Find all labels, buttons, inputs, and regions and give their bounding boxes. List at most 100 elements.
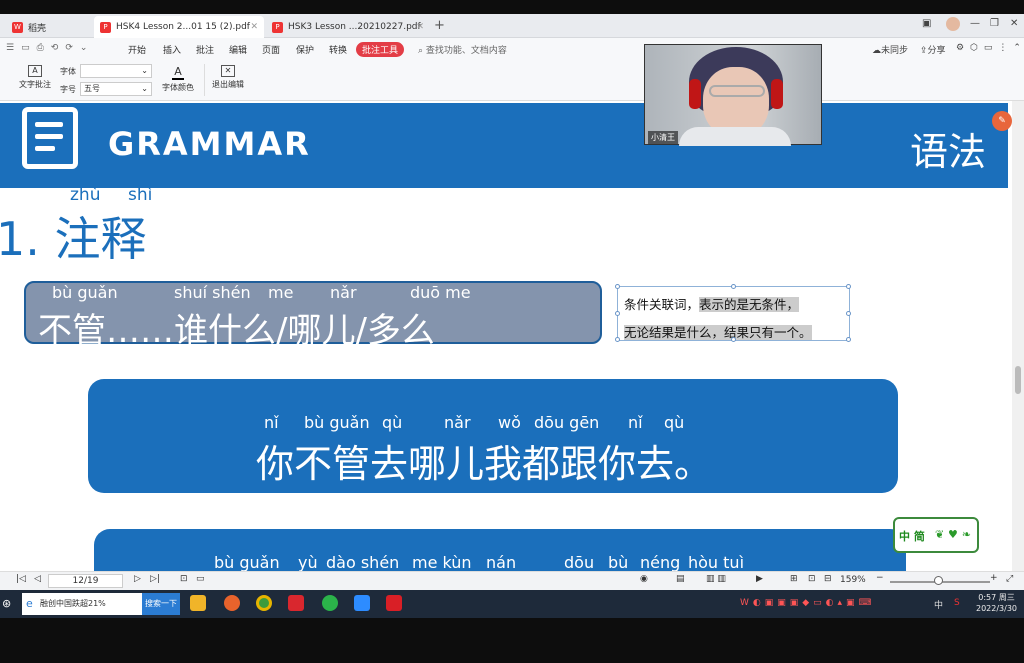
zoom-slider-knob[interactable]	[934, 576, 943, 585]
last-page-icon[interactable]: ▷|	[150, 574, 160, 584]
resize-handle[interactable]	[615, 284, 620, 289]
close-icon[interactable]: ✕	[416, 22, 424, 32]
search-icon: ⌕	[418, 46, 424, 56]
example-pinyin: dōu gēn	[534, 413, 600, 432]
fit-icon[interactable]: ⊡	[180, 574, 188, 584]
minimize-icon[interactable]: —	[970, 18, 980, 29]
tab-docer[interactable]: W 稻壳	[6, 16, 92, 38]
font-select[interactable]: ⌄	[80, 64, 152, 78]
sogou-icon[interactable]: S	[954, 598, 960, 608]
menu-page[interactable]: 页面	[262, 43, 280, 56]
pdf-icon: P	[100, 21, 111, 33]
scrollbar-thumb[interactable]	[1015, 366, 1021, 394]
menu-comment[interactable]: 批注	[196, 43, 214, 56]
fit-width-icon[interactable]: ⊟	[824, 574, 832, 584]
restore-icon[interactable]: ❐	[990, 18, 999, 29]
next-page-icon[interactable]: ▷	[134, 574, 141, 584]
divider	[204, 64, 205, 96]
section-title: 1. 注释	[0, 212, 147, 266]
start-icon[interactable]: ⊛	[2, 597, 11, 610]
menu-start[interactable]: 开始	[128, 43, 146, 56]
zoom-icon[interactable]	[354, 595, 370, 611]
fit-page-icon[interactable]: ⊡	[808, 574, 816, 584]
example-pinyin: bù guǎn	[214, 553, 280, 571]
close-icon[interactable]: ✕	[250, 22, 258, 32]
menu-annotation-tools[interactable]: 批注工具	[356, 42, 405, 57]
banner-title-cn: 语法	[910, 130, 987, 174]
app-icon[interactable]	[386, 595, 402, 611]
resize-handle[interactable]	[846, 284, 851, 289]
play-icon[interactable]: ▶	[756, 574, 763, 584]
text-annotation[interactable]: 条件关联词，表示的是无条件， 无论结果是什么，结果只有一个。	[615, 284, 851, 342]
pattern-pinyin: shuí shén	[174, 283, 251, 302]
menu-protect[interactable]: 保护	[296, 43, 314, 56]
new-tab-icon[interactable]: +	[434, 18, 445, 33]
actual-size-icon[interactable]: ⊞	[790, 574, 798, 584]
search-box[interactable]: ⌕ 查找功能、文档内容	[418, 43, 507, 56]
glasses	[709, 85, 765, 97]
quick-access-icons[interactable]: ☰▭⎙⟲⟳⌄	[6, 43, 94, 53]
menu-insert[interactable]: 插入	[163, 43, 181, 56]
size-label: 字号	[60, 85, 76, 94]
firefox-icon[interactable]	[224, 595, 240, 611]
zoom-out-icon[interactable]: −	[876, 573, 884, 583]
file-explorer-icon[interactable]	[190, 595, 206, 611]
taskbar-search[interactable]: e 融创中国跌超21% 搜索一下	[22, 593, 180, 615]
text-comment-button[interactable]: A 文字批注	[16, 65, 54, 90]
tab-hsk4-pdf[interactable]: P HSK4 Lesson 2...01 15 (2).pdf ✕	[94, 16, 264, 38]
close-window-icon[interactable]: ✕	[1010, 18, 1018, 29]
prev-page-icon[interactable]: ◁	[34, 574, 41, 584]
leaf-icon: ❦ ♥ ❧	[935, 528, 971, 541]
share-button[interactable]: ⇪分享	[920, 43, 946, 56]
resize-handle[interactable]	[615, 337, 620, 342]
webcam-overlay[interactable]: 小清王	[644, 44, 822, 146]
page-icon[interactable]: ▭	[196, 574, 205, 584]
example-pinyin: bù guǎn	[304, 413, 370, 432]
comment-badge-icon[interactable]: ✎	[992, 111, 1012, 131]
zoom-level[interactable]: 159%	[840, 575, 866, 585]
double-page-icon[interactable]: ▥ ▥	[706, 574, 726, 584]
resize-handle[interactable]	[846, 311, 851, 316]
resize-handle[interactable]	[731, 284, 736, 289]
example-sentence-1: 你不管去哪儿我都跟你去。	[256, 442, 713, 486]
exit-edit-button[interactable]: ✕ 退出编辑	[208, 65, 248, 90]
sync-status[interactable]: ☁未同步	[872, 43, 908, 56]
resize-handle[interactable]	[615, 311, 620, 316]
avatar[interactable]	[946, 17, 960, 31]
menu-convert[interactable]: 转换	[329, 43, 347, 56]
font-color-button[interactable]: A 字体颜色	[156, 65, 200, 93]
page-number-input[interactable]: 12/19	[48, 574, 123, 588]
size-select[interactable]: 五号 ⌄	[80, 82, 152, 96]
text-comment-icon: A	[28, 65, 42, 77]
title-pinyin: zhù	[70, 185, 101, 205]
ie-icon: e	[26, 597, 33, 610]
pattern-pinyin: nǎr	[330, 283, 357, 302]
more-icons[interactable]: ⚙⬡▭⋮⌃	[956, 43, 1024, 53]
example-pinyin: wǒ	[498, 413, 521, 432]
vertical-scrollbar[interactable]	[1012, 101, 1024, 571]
first-page-icon[interactable]: |◁	[16, 574, 26, 584]
zoom-in-icon[interactable]: +	[990, 573, 998, 583]
tab-hsk3-pdf[interactable]: P HSK3 Lesson ...20210227.pdf ✕	[266, 16, 430, 38]
resize-handle[interactable]	[846, 337, 851, 342]
docer-icon: W	[12, 21, 23, 33]
fullscreen-icon[interactable]: ⤢	[1006, 574, 1013, 584]
wechat-icon[interactable]	[322, 595, 338, 611]
clock[interactable]: 0:57 周三 2022/3/30	[976, 592, 1017, 614]
eye-icon[interactable]: ◉	[640, 574, 648, 584]
single-page-icon[interactable]: ▤	[676, 574, 685, 584]
ribbon: A 文字批注 字体 ⌄ 字号 五号 ⌄ A 字体颜色 ✕ 退出编辑	[0, 60, 1024, 101]
chrome-icon[interactable]	[256, 595, 272, 611]
resize-handle[interactable]	[731, 337, 736, 342]
search-button[interactable]: 搜索一下	[142, 593, 180, 615]
ime-indicator[interactable]: 中	[934, 598, 943, 611]
wps-icon[interactable]	[288, 595, 304, 611]
ime-sticker[interactable]: 中 简 ❦ ♥ ❧	[893, 517, 979, 553]
menu-edit[interactable]: 编辑	[229, 43, 247, 56]
pdf-icon: P	[272, 21, 283, 33]
window-layout-icon[interactable]: ▣	[922, 18, 931, 29]
tray-icons[interactable]: W◐▣▣▣◆▭◐▴▣⌨	[740, 598, 876, 608]
document-page: GRAMMAR 语法 ✎ zhù shì 1. 注释 bù guǎn shuí …	[0, 101, 1012, 571]
taskbar: ⊛ e 融创中国跌超21% 搜索一下 W◐▣▣▣◆▭◐▴▣⌨ 中 S 0:57 …	[0, 590, 1024, 618]
example-pinyin: me kùn	[412, 553, 472, 571]
